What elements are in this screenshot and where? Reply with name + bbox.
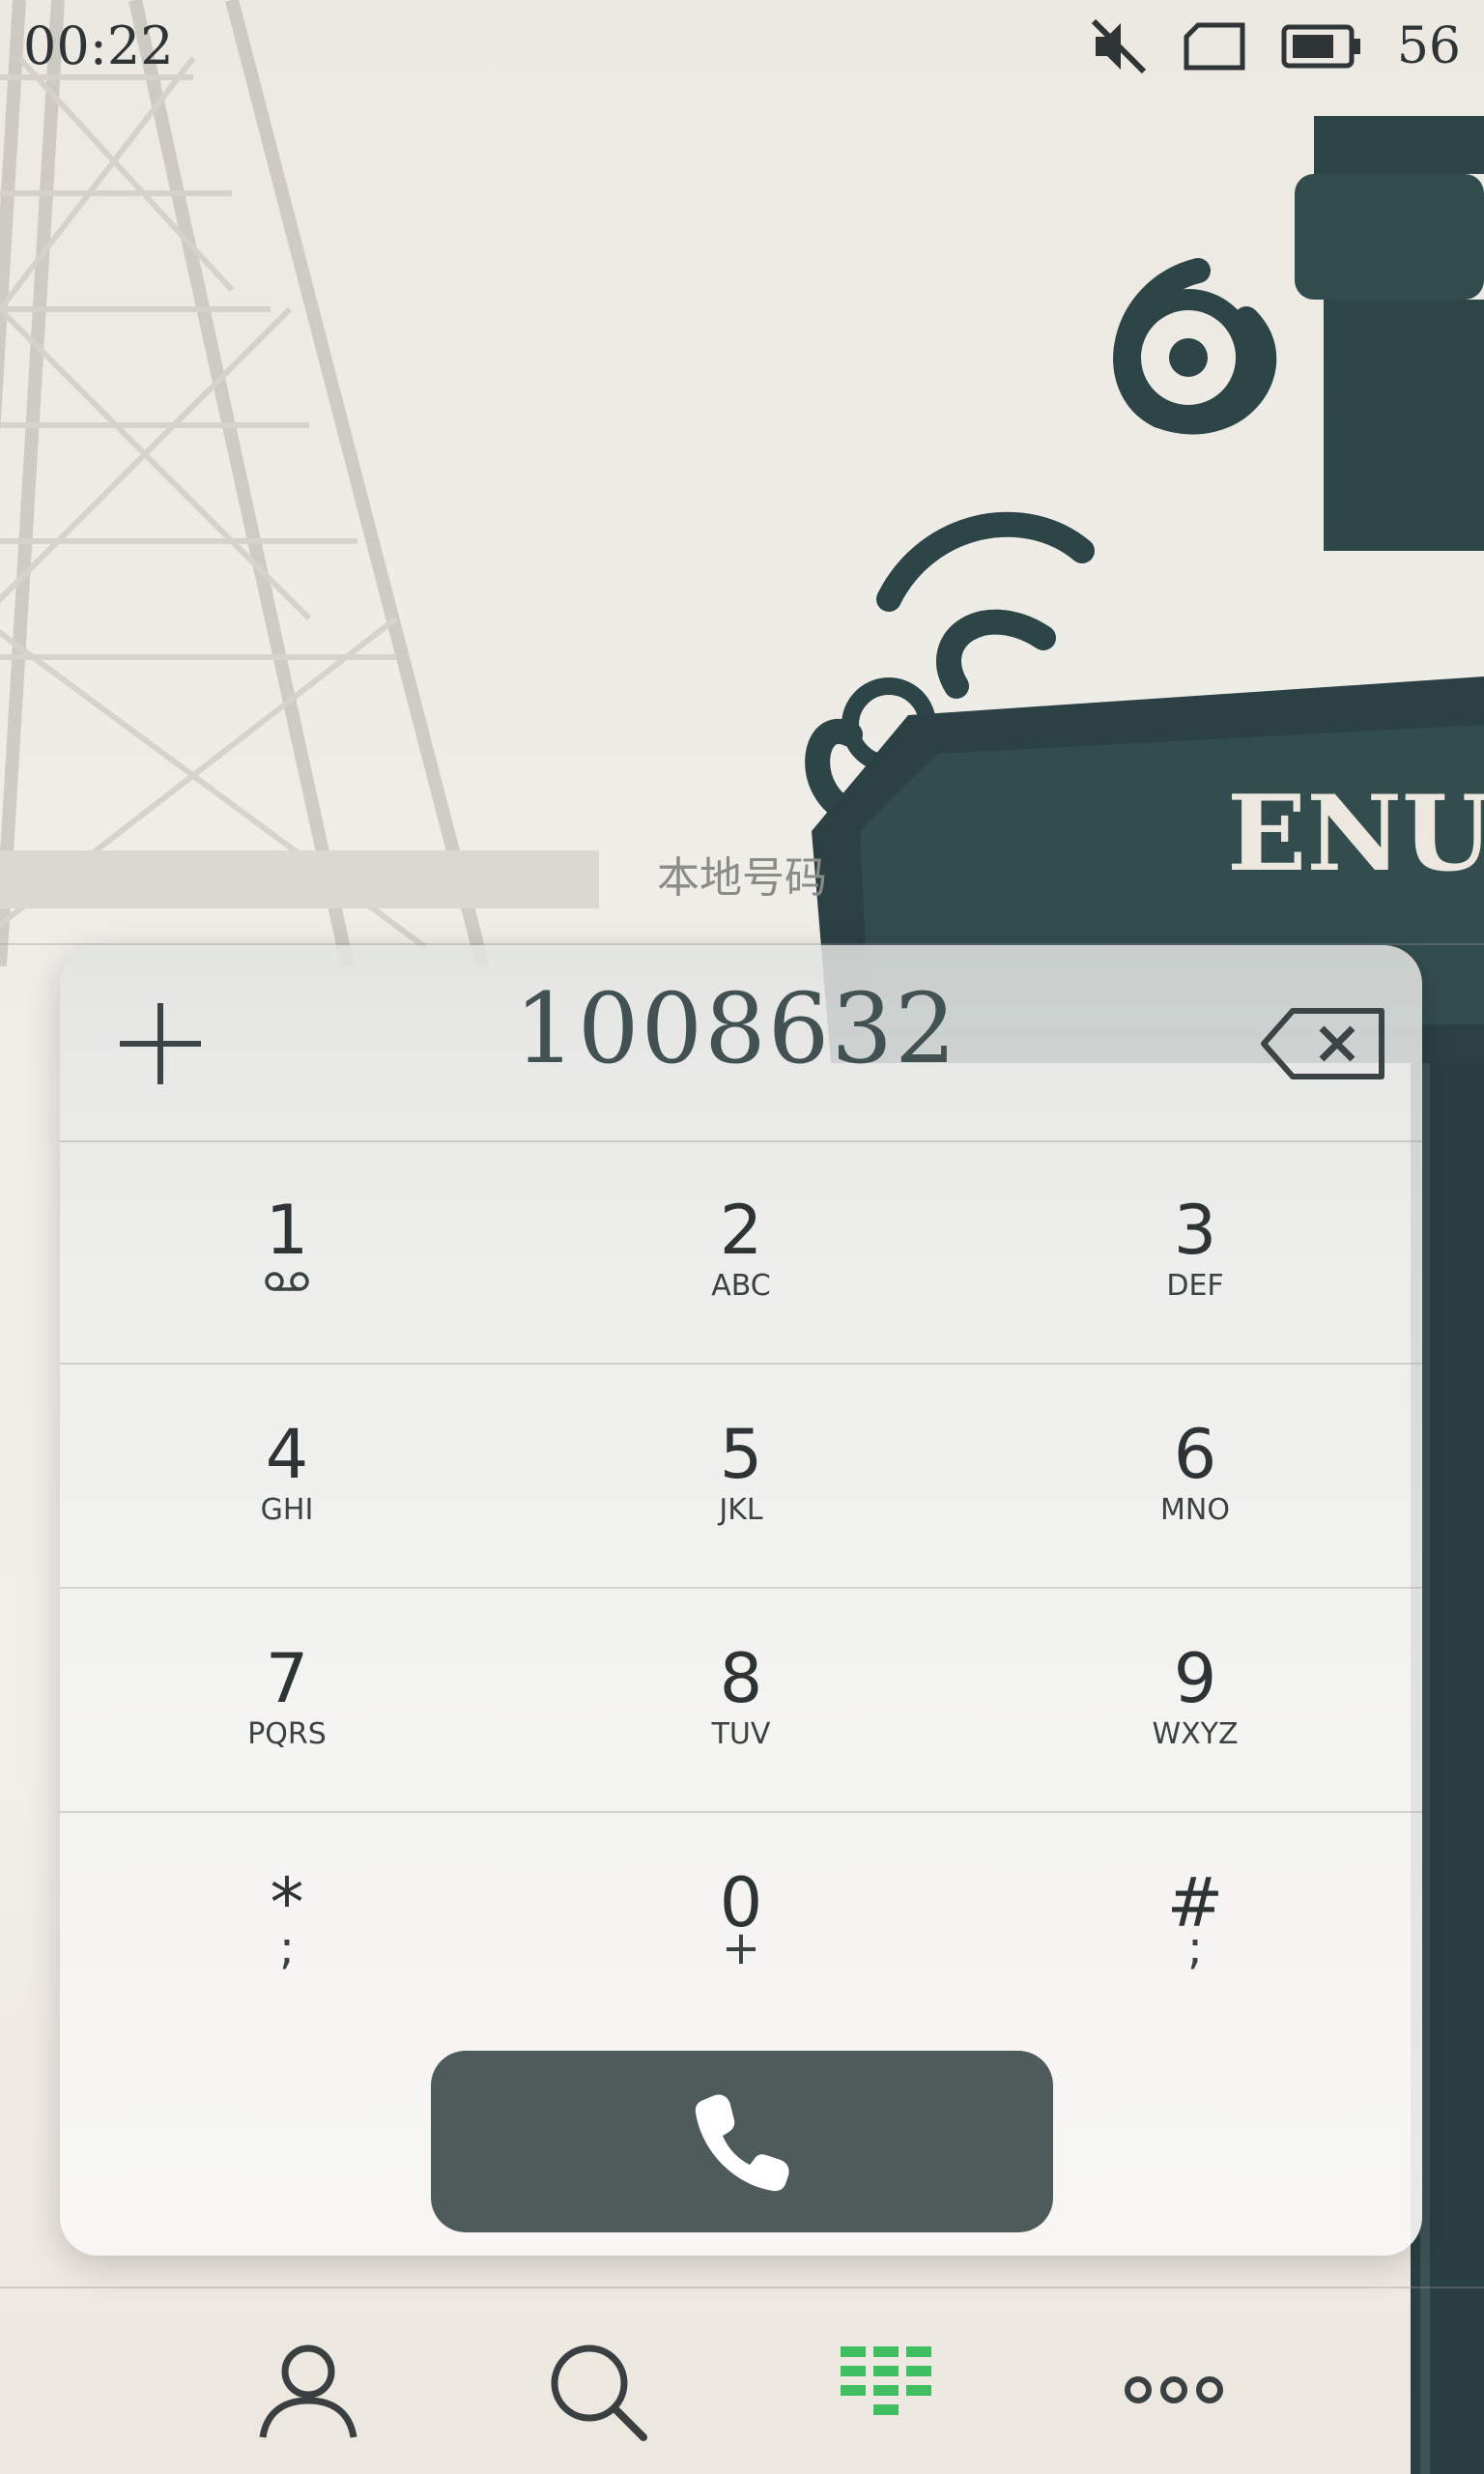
dialer-panel: 1008632 1 2 ABC 3 DEF 4 GHI 5 JKL 6 MNO … [60, 945, 1422, 2256]
person-icon[interactable] [255, 2337, 361, 2443]
search-icon[interactable] [543, 2337, 649, 2443]
key-letters: DEF [1166, 1269, 1224, 1303]
key-8[interactable]: 8 TUV [514, 1589, 968, 1811]
key-2[interactable]: 2 ABC [514, 1140, 968, 1363]
battery-level: 56 [1396, 17, 1461, 75]
add-icon[interactable] [114, 997, 207, 1090]
phone-icon [695, 2094, 789, 2192]
backspace-icon[interactable] [1260, 1005, 1387, 1082]
key-5[interactable]: 5 JKL [514, 1365, 968, 1587]
more-icon[interactable] [1121, 2337, 1227, 2443]
keypad-row: 7 PQRS 8 TUV 9 WXYZ [60, 1589, 1422, 1813]
key-4[interactable]: 4 GHI [60, 1365, 514, 1587]
key-letters: ; [278, 1921, 296, 1975]
key-letters: TUV [711, 1717, 771, 1751]
status-icons: 56 [1091, 17, 1461, 75]
number-display: 1008632 [60, 945, 1422, 1142]
key-hash[interactable]: # ; [968, 1813, 1422, 2035]
key-digit: 9 [1173, 1639, 1217, 1718]
key-digit: 3 [1173, 1191, 1217, 1270]
key-0[interactable]: 0 + [514, 1813, 968, 2035]
key-digit: 7 [265, 1639, 309, 1718]
bottom-nav [0, 2288, 1484, 2474]
mute-icon [1091, 19, 1146, 73]
voicemail-icon [265, 1272, 309, 1291]
key-letters: + [721, 1921, 761, 1975]
keypad-row: 1 2 ABC 3 DEF [60, 1140, 1422, 1365]
key-digit: 6 [1173, 1415, 1217, 1494]
key-digit: 1 [265, 1191, 309, 1270]
keypad-row: * ; 0 + # ; [60, 1813, 1422, 2035]
key-digit: 5 [719, 1415, 763, 1494]
local-number-label: 本地号码 [657, 853, 827, 903]
status-time: 00:22 [23, 15, 174, 76]
key-letters: GHI [260, 1493, 314, 1527]
key-letters: ABC [711, 1269, 771, 1303]
call-button[interactable] [431, 2051, 1053, 2232]
wallpaper-tower [0, 0, 599, 966]
key-digit: 4 [265, 1415, 309, 1494]
dialer-screen: ENUE 00:22 56 本地号码 [0, 0, 1484, 2474]
key-1[interactable]: 1 [60, 1140, 514, 1363]
dialpad-icon[interactable] [833, 2337, 939, 2443]
key-6[interactable]: 6 MNO [968, 1365, 1422, 1587]
battery-icon [1281, 24, 1360, 69]
key-9[interactable]: 9 WXYZ [968, 1589, 1422, 1811]
key-letters: JKL [719, 1493, 763, 1527]
key-3[interactable]: 3 DEF [968, 1140, 1422, 1363]
dialed-number: 1008632 [514, 972, 958, 1085]
sim-card-icon [1184, 22, 1245, 71]
key-letters: PQRS [247, 1717, 327, 1751]
key-7[interactable]: 7 PQRS [60, 1589, 514, 1811]
keypad: 1 2 ABC 3 DEF 4 GHI 5 JKL 6 MNO 7 PQRS 8… [60, 1140, 1422, 2035]
key-digit: 8 [719, 1639, 763, 1718]
keypad-row: 4 GHI 5 JKL 6 MNO [60, 1365, 1422, 1589]
key-digit: 2 [719, 1191, 763, 1270]
key-letters: MNO [1160, 1493, 1230, 1527]
key-star[interactable]: * ; [60, 1813, 514, 2035]
key-letters: WXYZ [1152, 1717, 1239, 1751]
key-letters: ; [1186, 1921, 1204, 1975]
status-bar: 00:22 56 [0, 0, 1484, 97]
